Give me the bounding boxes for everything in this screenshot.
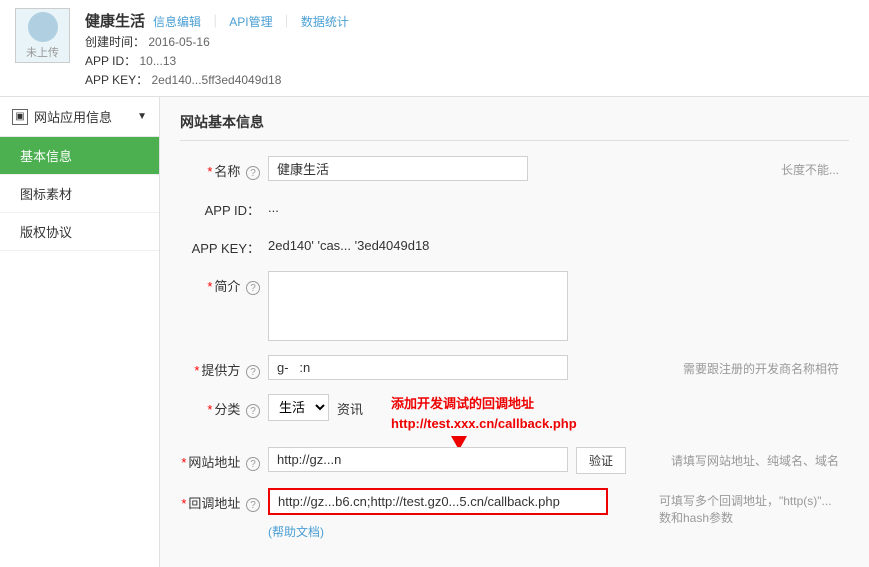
section-title: 网站基本信息 bbox=[180, 112, 849, 141]
category-secondary: 资讯 bbox=[337, 394, 363, 418]
desc-control bbox=[268, 271, 849, 341]
callback-input[interactable] bbox=[268, 488, 608, 515]
top-bar: 未上传 健康生活 信息编辑 ｜ API管理 ｜ 数据统计 创建时间： 2016-… bbox=[0, 0, 869, 97]
sidebar-item-icon[interactable]: 图标素材 bbox=[0, 175, 159, 213]
appid-display: ... bbox=[268, 195, 279, 215]
category-control: 生活 资讯 工具 游戏 社交 资讯 添加开发调试的回调地址http://test… bbox=[268, 394, 849, 433]
chevron-down-icon: ▼ bbox=[137, 111, 147, 122]
website-row: *网站地址 ? 验证 请填写网站地址、纯域名、域名 bbox=[180, 447, 849, 474]
app-title-row: 健康生活 信息编辑 ｜ API管理 ｜ 数据统计 bbox=[85, 10, 854, 31]
avatar-icon bbox=[28, 12, 58, 42]
sidebar-item-copyright[interactable]: 版权协议 bbox=[0, 213, 159, 251]
callback-hint: 可填写多个回调地址，"http(s)"...数和hash参数 bbox=[659, 488, 839, 527]
appid-label: APP ID： bbox=[85, 54, 136, 68]
main-container: ▣ 网站应用信息 ▼ 基本信息 图标素材 版权协议 网站基本信息 *名称 ? 长… bbox=[0, 97, 869, 567]
desc-label: *简介 ? bbox=[180, 271, 260, 295]
desc-help-icon[interactable]: ? bbox=[246, 281, 260, 295]
nav-stats[interactable]: 数据统计 bbox=[301, 15, 349, 29]
website-hint: 请填写网站地址、纯域名、域名 bbox=[671, 447, 839, 469]
content-area: 网站基本信息 *名称 ? 长度不能... APP ID： ... APP KEY… bbox=[160, 97, 869, 567]
callback-label: *回调地址 ? bbox=[180, 488, 260, 512]
verify-button[interactable]: 验证 bbox=[576, 447, 626, 474]
provider-input[interactable] bbox=[268, 355, 568, 380]
nav-info-edit[interactable]: 信息编辑 bbox=[153, 15, 201, 29]
website-label: *网站地址 ? bbox=[180, 447, 260, 471]
provider-row: *提供方 ? 需要跟注册的开发商名称相符 bbox=[180, 355, 849, 380]
annotation-text: 添加开发调试的回调地址http://test.xxx.cn/callback.p… bbox=[391, 394, 601, 433]
appkey-value-top: 2ed140...5ff3ed4049d18 bbox=[152, 73, 282, 87]
app-title: 健康生活 bbox=[85, 10, 145, 31]
created-label: 创建时间： bbox=[85, 35, 145, 49]
name-hint: 长度不能... bbox=[781, 156, 839, 178]
provider-hint: 需要跟注册的开发商名称相符 bbox=[683, 355, 839, 377]
provider-label: *提供方 ? bbox=[180, 355, 260, 379]
appkey-row: APP KEY： 2ed140...5ff3ed4049d18 bbox=[85, 71, 854, 88]
sidebar-item-basic[interactable]: 基本信息 bbox=[0, 137, 159, 175]
appid-value-top: 10...13 bbox=[139, 54, 176, 68]
top-info: 健康生活 信息编辑 ｜ API管理 ｜ 数据统计 创建时间： 2016-05-1… bbox=[85, 8, 854, 88]
name-help-icon[interactable]: ? bbox=[246, 166, 260, 180]
callback-help-link[interactable]: (帮助文档) bbox=[268, 523, 324, 540]
name-row: *名称 ? 长度不能... bbox=[180, 156, 849, 181]
category-help-icon[interactable]: ? bbox=[246, 404, 260, 418]
name-control bbox=[268, 156, 849, 181]
avatar: 未上传 bbox=[15, 8, 70, 63]
callback-row: *回调地址 ? (帮助文档) 可填写多个回调地址，"http(s)"...数和h… bbox=[180, 488, 849, 540]
created-row: 创建时间： 2016-05-16 bbox=[85, 33, 854, 50]
sidebar-section-label: 网站应用信息 bbox=[34, 107, 112, 126]
appkey-form-control: 2ed140' 'cas... '3ed4049d18 bbox=[268, 233, 849, 253]
appid-form-label: APP ID： bbox=[180, 195, 260, 219]
appkey-form-row: APP KEY： 2ed140' 'cas... '3ed4049d18 bbox=[180, 233, 849, 257]
created-value: 2016-05-16 bbox=[148, 35, 209, 49]
appid-form-row: APP ID： ... bbox=[180, 195, 849, 219]
annotation-container: 添加开发调试的回调地址http://test.xxx.cn/callback.p… bbox=[391, 394, 601, 433]
website-help-icon[interactable]: ? bbox=[246, 457, 260, 471]
desc-textarea[interactable] bbox=[268, 271, 568, 341]
appid-form-control: ... bbox=[268, 195, 849, 215]
desc-row: *简介 ? bbox=[180, 271, 849, 341]
sidebar: ▣ 网站应用信息 ▼ 基本信息 图标素材 版权协议 bbox=[0, 97, 160, 567]
avatar-label: 未上传 bbox=[26, 44, 59, 60]
callback-help-icon[interactable]: ? bbox=[246, 498, 260, 512]
nav-links: 信息编辑 ｜ API管理 ｜ 数据统计 bbox=[153, 11, 349, 30]
website-app-icon: ▣ bbox=[12, 109, 28, 125]
nav-api[interactable]: API管理 bbox=[229, 15, 272, 29]
website-input[interactable] bbox=[268, 447, 568, 472]
provider-help-icon[interactable]: ? bbox=[246, 365, 260, 379]
category-select[interactable]: 生活 资讯 工具 游戏 社交 bbox=[268, 394, 329, 421]
appkey-form-label: APP KEY： bbox=[180, 233, 260, 257]
sidebar-section-website[interactable]: ▣ 网站应用信息 ▼ bbox=[0, 97, 159, 137]
category-label: *分类 ? bbox=[180, 394, 260, 418]
appkey-label: APP KEY： bbox=[85, 73, 148, 87]
appid-row: APP ID： 10...13 bbox=[85, 52, 854, 69]
category-row: *分类 ? 生活 资讯 工具 游戏 社交 资讯 添加开发调试的回调地址http:… bbox=[180, 394, 849, 433]
name-label: *名称 ? bbox=[180, 156, 260, 180]
appkey-display: 2ed140' 'cas... '3ed4049d18 bbox=[268, 233, 429, 253]
name-input[interactable] bbox=[268, 156, 528, 181]
